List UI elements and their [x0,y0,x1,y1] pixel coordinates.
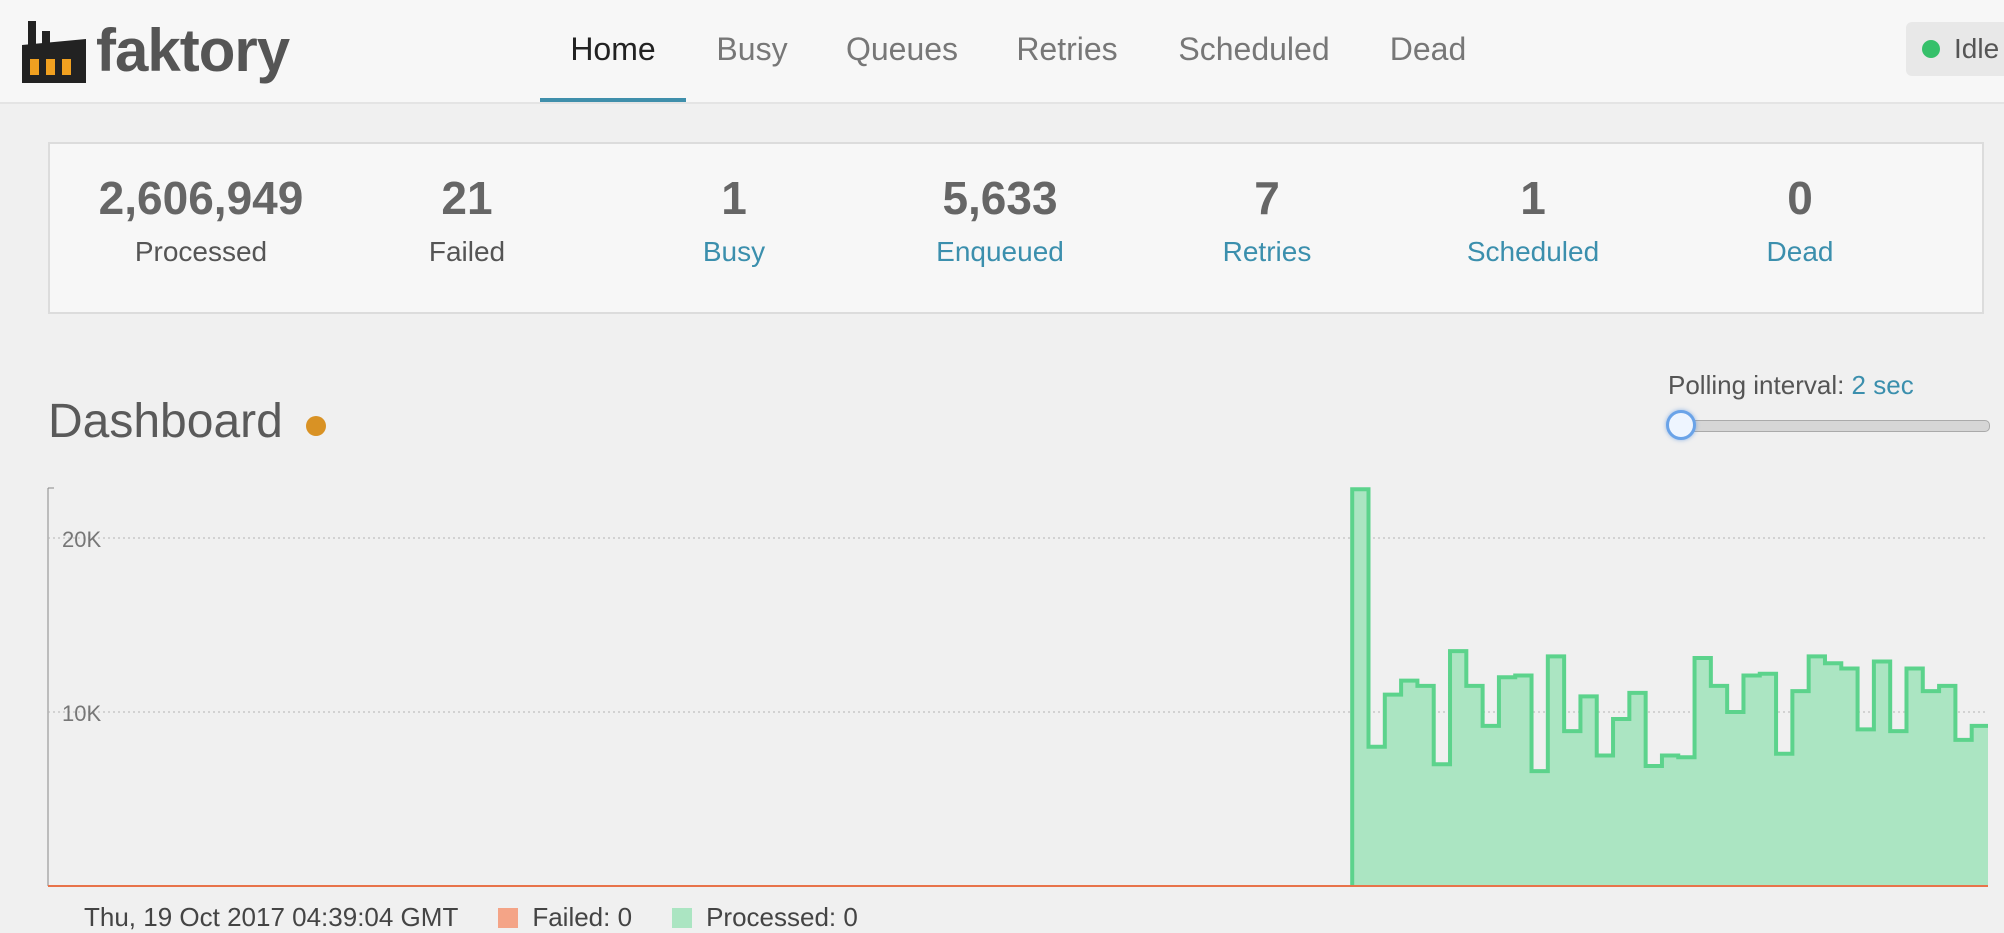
stat-retries: 7 Retries [1147,172,1387,268]
stat-link-scheduled[interactable]: Scheduled [1413,236,1653,268]
nav-tab-busy[interactable]: Busy [700,0,804,100]
legend-processed-swatch [672,907,693,928]
y-tick-label: 10K [62,701,101,726]
polling-slider-handle[interactable] [1666,410,1696,440]
status-label: Idle [1954,33,2000,64]
factory-icon [22,21,86,83]
brand-name: faktory [96,16,290,84]
legend-failed: Failed: 0 [532,902,633,932]
stat-value: 0 [1787,172,1813,224]
stat-value: 2,606,949 [98,172,304,224]
stat-dead: 0 Dead [1680,172,1920,268]
status-dot-icon [1922,40,1940,58]
processed-area [48,489,1988,886]
stat-enqueued: 5,633 Enqueued [880,172,1120,268]
stat-scheduled: 1 Scheduled [1413,172,1653,268]
legend-failed-swatch [498,907,519,928]
nav-tab-home[interactable]: Home [540,0,686,102]
brand-logo[interactable]: faktory [20,10,290,90]
nav-tab-dead[interactable]: Dead [1378,0,1478,100]
polling-slider-track[interactable] [1670,420,1990,432]
chart-legend: Thu, 19 Oct 2017 04:39:04 GMT Failed: 0 … [84,902,858,933]
beacon-indicator [306,416,326,436]
stat-busy: 1 Busy [614,172,854,268]
navbar: faktory Home Busy Queues Retries Schedul… [0,0,2004,104]
stat-value: 1 [721,172,747,224]
stats-summary: 2,606,949 Processed 21 Failed 1 Busy 5,6… [48,142,1984,314]
stat-link-enqueued[interactable]: Enqueued [880,236,1120,268]
stat-label: Failed [428,236,506,267]
legend-processed: Processed: 0 [706,902,858,932]
stat-label: Processed [134,236,268,267]
stat-value: 5,633 [942,172,1058,224]
y-tick-label: 20K [62,527,101,552]
stat-processed: 2,606,949 Processed [81,172,321,268]
stat-failed: 21 Failed [347,172,587,268]
nav-tab-retries[interactable]: Retries [1006,0,1128,100]
page-title: Dashboard [48,395,283,448]
stat-link-retries[interactable]: Retries [1147,236,1387,268]
nav-tab-queues[interactable]: Queues [836,0,968,100]
stat-value: 21 [441,172,493,224]
stat-link-dead[interactable]: Dead [1680,236,1920,268]
polling-label-text: Polling interval: [1668,370,1845,400]
polling-interval-label: Polling interval: 2 sec [1668,370,1914,401]
polling-interval-value: 2 sec [1851,370,1914,400]
stat-value: 7 [1254,172,1280,224]
stat-value: 1 [1520,172,1546,224]
stat-link-busy[interactable]: Busy [614,236,854,268]
legend-timestamp: Thu, 19 Oct 2017 04:39:04 GMT [84,902,459,932]
status-badge[interactable]: Idle [1906,22,2004,76]
nav-tab-scheduled[interactable]: Scheduled [1168,0,1340,100]
realtime-chart: 10K 20K [47,487,1988,887]
